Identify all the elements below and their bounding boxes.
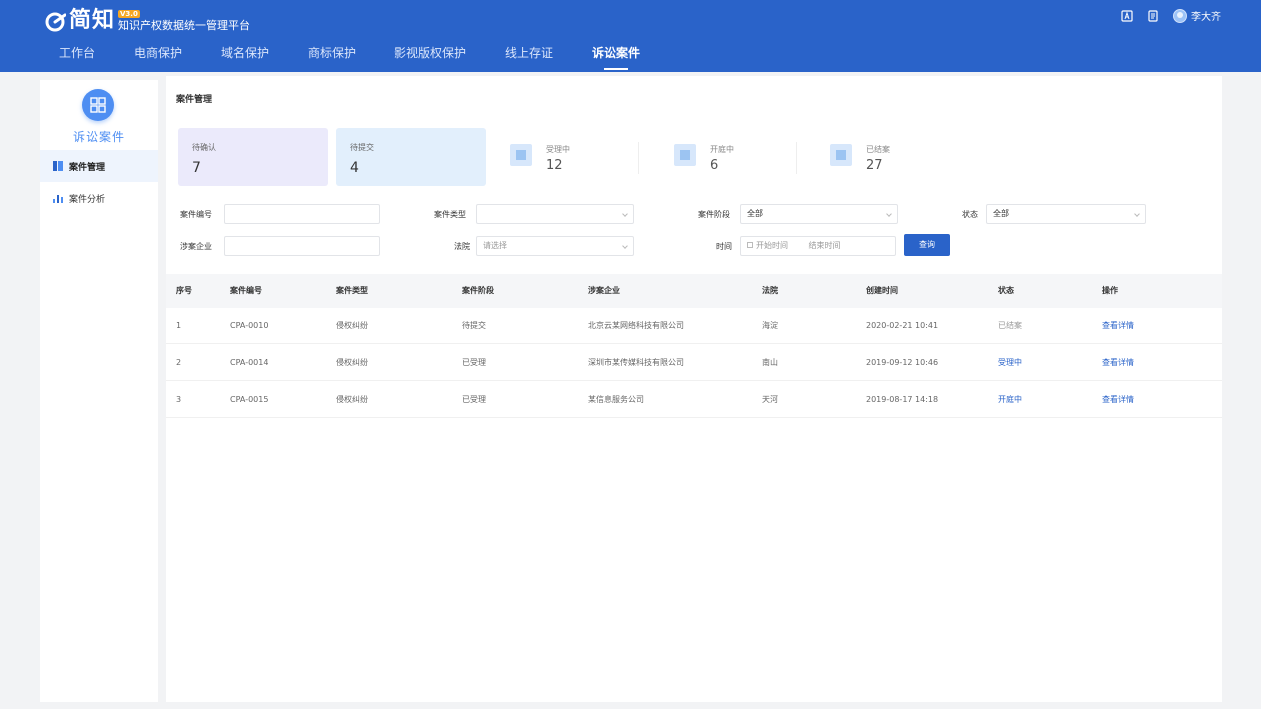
table-row[interactable]: 1 CPA-0010 侵权纠纷 待提交 北京云某网络科技有限公司 海淀 2020… (166, 308, 1222, 344)
view-detail-link[interactable]: 查看详情 (1102, 345, 1134, 381)
table-row[interactable]: 2 CPA-0014 侵权纠纷 已受理 深圳市某传媒科技有限公司 南山 2019… (166, 345, 1222, 381)
case-module-icon (90, 97, 106, 113)
sidebar: 诉讼案件 案件管理 案件分析 (40, 80, 158, 702)
platform-name: 知识产权数据统一管理平台 (118, 19, 251, 32)
table-header: 序号 案件编号 案件类型 案件阶段 涉案企业 法院 创建时间 状态 操作 (166, 274, 1222, 308)
chevron-down-icon (622, 243, 628, 249)
nav-copyright[interactable]: 影视版权保护 (394, 44, 466, 62)
sidebar-item-case-analysis[interactable]: 案件分析 (40, 182, 158, 214)
court-icon (674, 144, 696, 166)
nav-litigation[interactable]: 诉讼案件 (592, 44, 640, 70)
status-badge: 受理中 (998, 358, 1022, 367)
court-label: 法院 (454, 242, 470, 251)
nav-workbench[interactable]: 工作台 (59, 44, 95, 62)
sidebar-item-label: 案件分析 (69, 194, 106, 205)
stat-accepted: 受理中 12 (510, 134, 630, 174)
card-pending-submit[interactable]: 待提交 4 (336, 128, 486, 186)
company-label: 涉案企业 (180, 242, 212, 251)
top-header: 简知 V3.0 知识产权数据统一管理平台 工作台 电商保护 域名保护 商标保护 … (0, 0, 1261, 72)
company-input[interactable] (224, 236, 380, 256)
accepted-icon (510, 144, 532, 166)
bar-chart-icon (53, 195, 63, 203)
calendar-icon (747, 242, 753, 248)
case-type-select[interactable] (476, 204, 634, 224)
user-avatar[interactable] (1173, 8, 1187, 23)
nav-trademark[interactable]: 商标保护 (308, 44, 356, 62)
closed-icon (830, 144, 852, 166)
status-badge: 开庭中 (998, 395, 1022, 404)
username[interactable]: 李大齐 (1191, 8, 1221, 23)
view-detail-link[interactable]: 查看详情 (1102, 308, 1134, 344)
main-panel: 案件管理 待确认 7 待提交 4 受理中 12 开庭中 6 已结案 27 案件编… (166, 76, 1222, 702)
case-no-label: 案件编号 (180, 210, 212, 219)
court-select[interactable]: 请选择 (476, 236, 634, 256)
module-icon (82, 89, 114, 121)
stat-closed: 已结案 27 (830, 134, 950, 174)
chevron-down-icon (886, 211, 892, 217)
date-label: 时间 (716, 242, 732, 251)
sidebar-item-case-management[interactable]: 案件管理 (40, 150, 158, 182)
nav-ecommerce[interactable]: 电商保护 (134, 44, 182, 62)
page-title: 案件管理 (176, 95, 213, 105)
view-detail-link[interactable]: 查看详情 (1102, 382, 1134, 418)
case-stage-select[interactable]: 全部 (740, 204, 898, 224)
document-icon[interactable] (1147, 9, 1159, 22)
nav-evidence[interactable]: 线上存证 (505, 44, 553, 62)
stat-in-court: 开庭中 6 (674, 134, 794, 174)
date-range-picker[interactable]: 开始时间 结束时间 (740, 236, 896, 256)
nav-domain[interactable]: 域名保护 (221, 44, 269, 62)
search-button[interactable]: 查询 (904, 234, 950, 256)
chevron-down-icon (1134, 211, 1140, 217)
sidebar-item-label: 案件管理 (69, 162, 106, 173)
case-management-icon (53, 161, 63, 171)
translate-icon[interactable] (1121, 9, 1133, 22)
card-pending-confirm[interactable]: 待确认 7 (178, 128, 328, 186)
chevron-down-icon (622, 211, 628, 217)
case-no-input[interactable] (224, 204, 380, 224)
table-row[interactable]: 3 CPA-0015 侵权纠纷 已受理 某信息服务公司 天河 2019-08-1… (166, 382, 1222, 418)
case-stage-label: 案件阶段 (698, 210, 730, 219)
sidebar-title: 诉讼案件 (72, 130, 125, 144)
nav-active-indicator (604, 68, 628, 70)
logo-text: 简知 (69, 8, 116, 33)
status-label: 状态 (962, 210, 978, 219)
version-badge: V3.0 (118, 10, 140, 18)
app-logo[interactable]: 简知 V3.0 知识产权数据统一管理平台 (44, 8, 250, 34)
case-type-label: 案件类型 (434, 210, 466, 219)
status-select[interactable]: 全部 (986, 204, 1146, 224)
logo-icon (45, 12, 66, 32)
status-badge: 已结案 (998, 321, 1022, 330)
